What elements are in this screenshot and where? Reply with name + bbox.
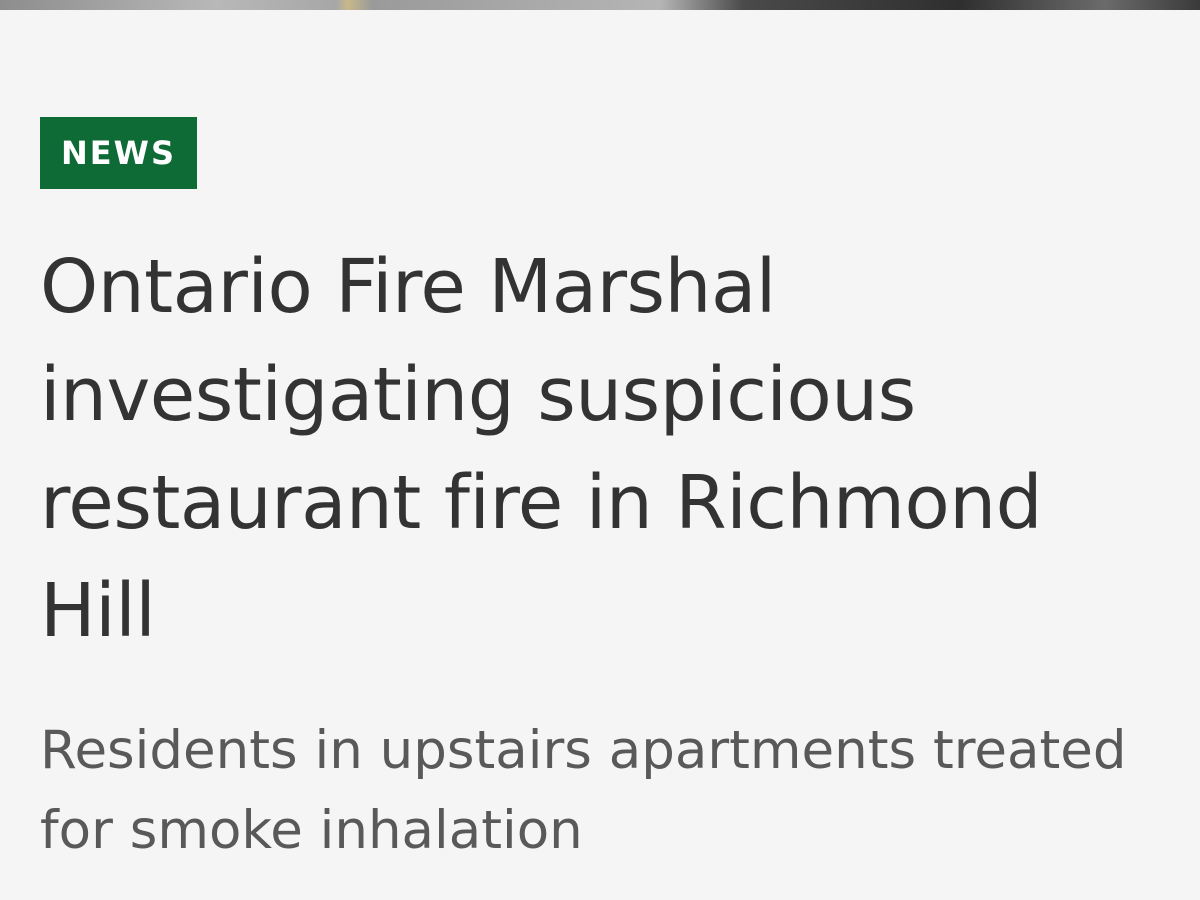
hero-image-edge [0,0,1200,10]
article-subheadline: Residents in upstairs apartments treated… [40,720,1127,861]
article-header: NEWS Ontario Fire Marshal investigating … [40,117,1160,871]
category-badge[interactable]: NEWS [40,117,197,189]
article-page: NEWS Ontario Fire Marshal investigating … [0,0,1200,900]
article-headline: Ontario Fire Marshal investigating suspi… [40,244,1043,654]
